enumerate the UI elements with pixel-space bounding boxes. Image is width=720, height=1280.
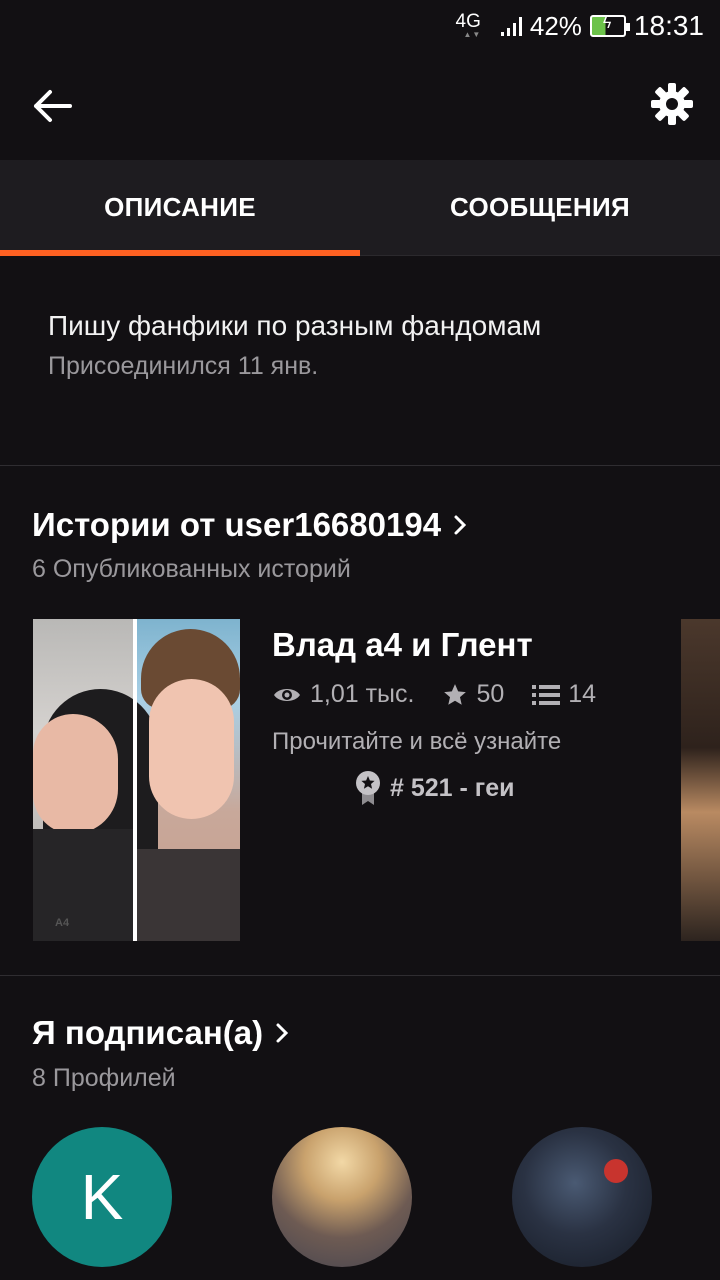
chevron-right-icon: [454, 515, 467, 535]
avatar[interactable]: [272, 1127, 412, 1267]
back-arrow-icon[interactable]: [32, 86, 80, 126]
story-reads: 1,01 тыс.: [310, 680, 415, 708]
story-rank: # 521 - геи: [354, 770, 514, 806]
battery-icon: ϟ: [589, 15, 630, 37]
about-section: Пишу фанфики по разным фандомам Присоеди…: [0, 256, 720, 466]
cover-face-left: [33, 714, 118, 834]
chevron-right-icon: [276, 1023, 289, 1043]
battery-percent: 42%: [529, 10, 582, 41]
eye-icon: [274, 688, 300, 701]
following-section: Я подписан(а) 8 Профилей K: [0, 976, 720, 1280]
following-title: Я подписан(а): [32, 1014, 264, 1051]
app-bar: [0, 52, 720, 160]
tab-messages[interactable]: СООБЩЕНИЯ: [360, 160, 720, 255]
status-bar: 4G 42% ϟ 18:31: [0, 0, 720, 52]
avatar[interactable]: K: [32, 1127, 172, 1267]
stories-header[interactable]: Истории от user16680194: [32, 506, 467, 544]
clock: 18:31: [633, 10, 704, 41]
story-votes: 50: [476, 680, 505, 708]
story-rank-text: # 521 - геи: [390, 773, 515, 802]
cover-text: A4: [55, 917, 70, 929]
story-description: Прочитайте и всё узнайте: [272, 728, 562, 755]
cover-body-left: [33, 829, 133, 941]
story-parts: 14: [568, 680, 597, 708]
list-icon: [532, 684, 561, 705]
stories-title: Истории от user16680194: [32, 506, 442, 543]
avatar[interactable]: [512, 1127, 652, 1267]
profile-tabs: ОПИСАНИЕ СООБЩЕНИЯ: [0, 160, 720, 256]
star-icon: [444, 683, 467, 705]
cover-face-right: [149, 679, 234, 819]
next-story-cover[interactable]: [681, 619, 720, 941]
network-type: 4G: [456, 11, 482, 39]
avatar-initial: K: [80, 1161, 124, 1233]
profile-bio: Пишу фанфики по разным фандомам: [48, 310, 542, 341]
award-badge-icon: [356, 771, 380, 805]
cover-divider: [133, 619, 137, 941]
story-stats: 1,01 тыс. 50 14: [272, 680, 596, 709]
gear-icon[interactable]: [650, 82, 694, 126]
story-cover[interactable]: A4: [33, 619, 240, 941]
story-title[interactable]: Влад а4 и Глент: [272, 626, 533, 664]
stories-count: 6 Опубликованных историй: [32, 555, 351, 583]
stories-section: Истории от user16680194 6 Опубликованных…: [0, 466, 720, 976]
joined-date: Присоединился 11 янв.: [48, 352, 319, 380]
signal-icon: [500, 16, 522, 36]
cover-body-right: [137, 849, 240, 941]
following-header[interactable]: Я подписан(а): [32, 1014, 289, 1052]
following-count: 8 Профилей: [32, 1064, 176, 1092]
tab-description[interactable]: ОПИСАНИЕ: [0, 160, 360, 256]
